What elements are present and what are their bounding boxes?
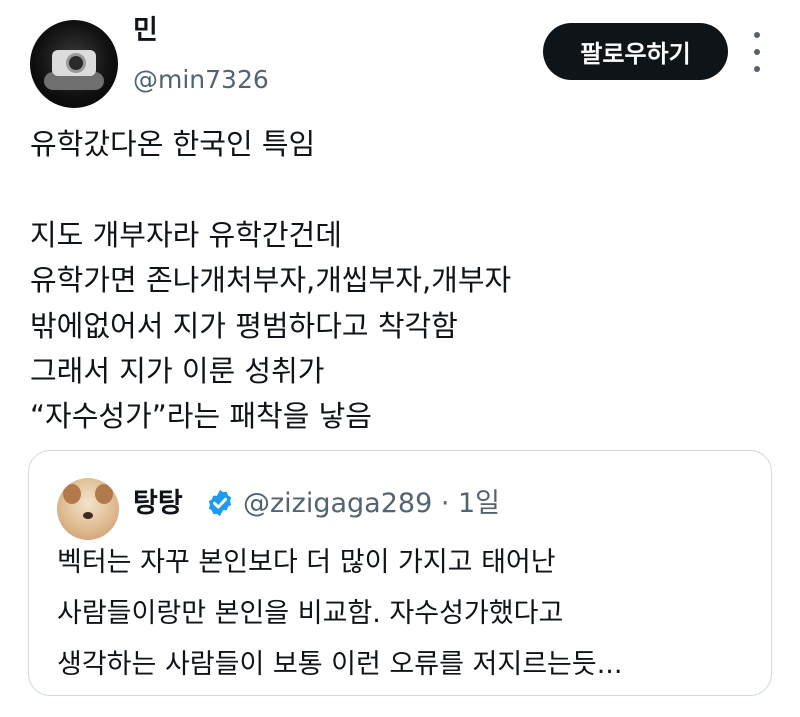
- author-avatar[interactable]: [30, 20, 118, 108]
- quoted-avatar[interactable]: [57, 478, 119, 540]
- avatar-lens-shape: [66, 53, 86, 73]
- quoted-handle-time[interactable]: @zizigaga289 · 1일: [243, 486, 500, 522]
- author-name[interactable]: 민: [133, 14, 158, 48]
- tweet-text: 유학갔다온 한국인 특임 지도 개부자라 유학간건데 유학가면 존나개처부자,개…: [30, 127, 512, 434]
- more-dot: [754, 32, 760, 38]
- avatar-ear-shape: [63, 484, 81, 504]
- follow-button-label: 팔로우하기: [580, 40, 691, 68]
- avatar-ear-shape: [95, 484, 113, 504]
- more-dot: [754, 66, 760, 72]
- quoted-author-name[interactable]: 탕탕: [133, 486, 183, 522]
- quoted-tweet-card[interactable]: 탕탕 @zizigaga289 · 1일 벡터는 자꾸 본인보다 더 많이 가지…: [28, 450, 772, 696]
- author-handle[interactable]: @min7326: [133, 64, 269, 96]
- quoted-tweet-text: 벡터는 자꾸 본인보다 더 많이 가지고 태어난 사람들이랑만 본인을 비교함.…: [57, 547, 623, 680]
- more-dot: [754, 49, 760, 55]
- follow-button[interactable]: 팔로우하기: [543, 23, 728, 80]
- avatar-nose-shape: [83, 512, 93, 519]
- verified-badge-icon: [208, 489, 232, 517]
- more-vertical-icon[interactable]: [745, 32, 769, 72]
